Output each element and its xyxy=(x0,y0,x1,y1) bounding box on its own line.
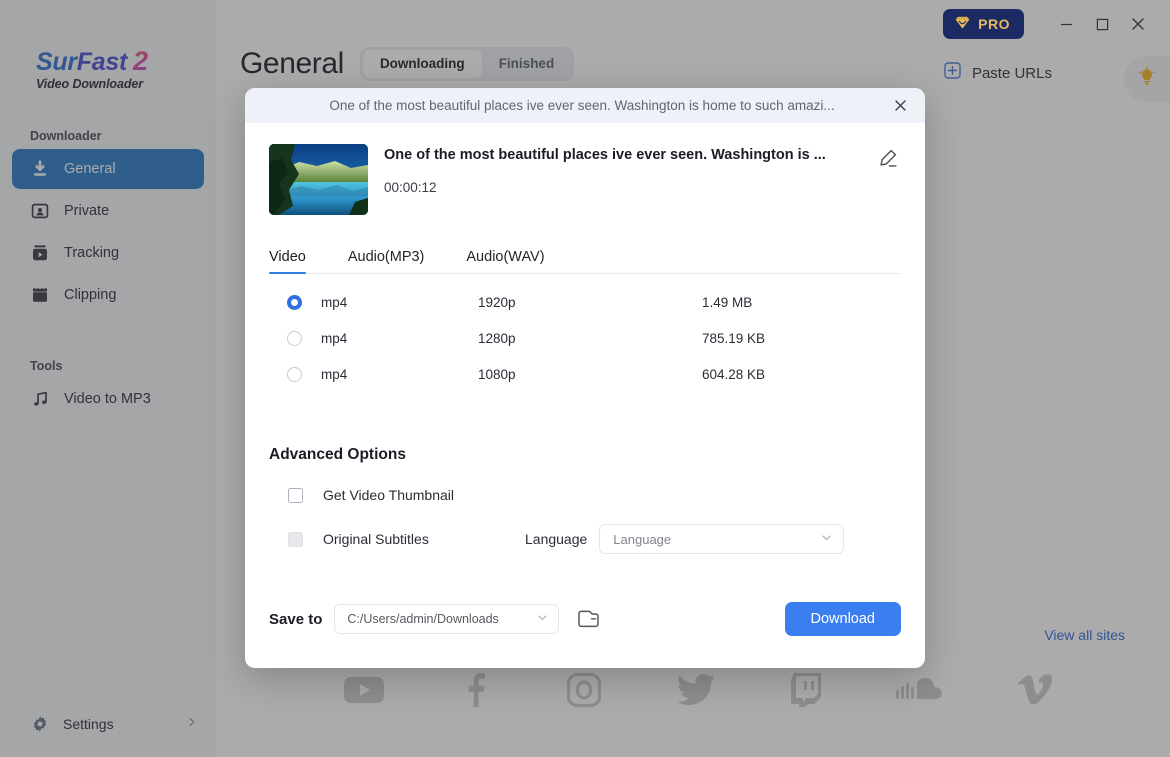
tab-audio-wav[interactable]: Audio(WAV) xyxy=(466,249,544,273)
pro-badge[interactable]: PRO xyxy=(943,9,1024,39)
format-resolution: 1920p xyxy=(478,295,702,310)
save-to-label: Save to xyxy=(269,611,334,628)
folder-icon xyxy=(577,608,600,630)
tab-video[interactable]: Video xyxy=(269,249,306,273)
format-radio[interactable] xyxy=(287,295,302,310)
dialog-body: One of the most beautiful places ive eve… xyxy=(245,123,925,668)
format-name: mp4 xyxy=(302,295,478,310)
format-radio[interactable] xyxy=(287,367,302,382)
close-icon xyxy=(1130,16,1146,32)
format-row[interactable]: mp4 1080p 604.28 KB xyxy=(269,356,901,392)
close-icon xyxy=(893,98,908,113)
language-select[interactable]: Language xyxy=(599,524,844,554)
format-size: 785.19 KB xyxy=(702,331,765,346)
maximize-button[interactable] xyxy=(1084,7,1120,41)
language-label: Language xyxy=(525,531,599,547)
video-info-row: One of the most beautiful places ive eve… xyxy=(269,123,901,215)
get-thumbnail-checkbox[interactable] xyxy=(288,488,303,503)
video-thumbnail xyxy=(269,144,368,215)
format-row[interactable]: mp4 1920p 1.49 MB xyxy=(269,284,901,320)
format-resolution: 1280p xyxy=(478,331,702,346)
advanced-options-title: Advanced Options xyxy=(269,446,901,464)
format-name: mp4 xyxy=(302,331,478,346)
format-type-tabs: Video Audio(MP3) Audio(WAV) xyxy=(269,249,901,274)
minimize-button[interactable] xyxy=(1048,7,1084,41)
app-window: SurFast2 Video Downloader Downloader Gen… xyxy=(0,0,1170,757)
dialog-header-title: One of the most beautiful places ive eve… xyxy=(245,98,925,113)
format-resolution: 1080p xyxy=(478,367,702,382)
download-button[interactable]: Download xyxy=(785,602,902,636)
browse-folder-button[interactable] xyxy=(573,604,603,634)
chevron-down-icon xyxy=(820,531,833,547)
chevron-down-icon xyxy=(536,611,549,627)
original-subtitles-label: Original Subtitles xyxy=(303,531,525,547)
language-select-value: Language xyxy=(613,532,820,547)
maximize-icon xyxy=(1095,17,1110,32)
tab-audio-mp3[interactable]: Audio(MP3) xyxy=(348,249,425,273)
format-list: mp4 1920p 1.49 MB mp4 1280p 785.19 KB mp… xyxy=(269,284,901,392)
save-to-row: Save to C:/Users/admin/Downloads Downloa… xyxy=(269,602,901,636)
download-dialog: One of the most beautiful places ive eve… xyxy=(245,88,925,668)
diamond-icon xyxy=(954,14,971,34)
window-controls: PRO xyxy=(943,0,1170,48)
pro-label: PRO xyxy=(978,16,1010,32)
original-subtitles-checkbox[interactable] xyxy=(288,532,303,547)
format-radio[interactable] xyxy=(287,331,302,346)
edit-title-button[interactable] xyxy=(873,144,901,172)
get-thumbnail-row: Get Video Thumbnail xyxy=(269,478,901,512)
video-duration: 00:00:12 xyxy=(384,180,873,195)
video-meta: One of the most beautiful places ive eve… xyxy=(368,144,873,195)
edit-pencil-icon xyxy=(877,148,898,169)
format-row[interactable]: mp4 1280p 785.19 KB xyxy=(269,320,901,356)
minimize-icon xyxy=(1059,17,1074,32)
close-button[interactable] xyxy=(1120,7,1156,41)
dialog-close-button[interactable] xyxy=(885,88,915,123)
get-thumbnail-label: Get Video Thumbnail xyxy=(303,487,525,503)
format-name: mp4 xyxy=(302,367,478,382)
save-path-value: C:/Users/admin/Downloads xyxy=(347,612,536,626)
dialog-header: One of the most beautiful places ive eve… xyxy=(245,88,925,123)
original-subtitles-row: Original Subtitles Language Language xyxy=(269,522,901,556)
format-size: 1.49 MB xyxy=(702,295,752,310)
save-path-select[interactable]: C:/Users/admin/Downloads xyxy=(334,604,559,634)
video-title: One of the most beautiful places ive eve… xyxy=(384,147,873,163)
format-size: 604.28 KB xyxy=(702,367,765,382)
